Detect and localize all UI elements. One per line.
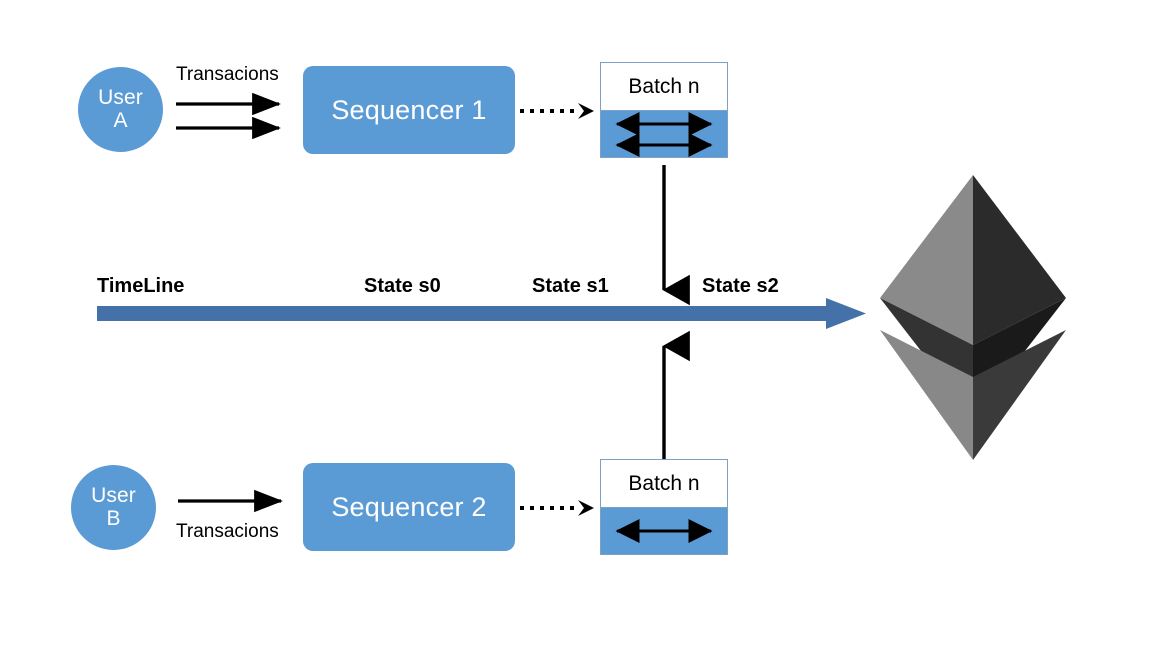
- diagram-canvas: User A Transacions Sequencer 1 Batch n T…: [0, 0, 1162, 650]
- sequencer-2-to-batch-dotted-arrow: [520, 500, 594, 516]
- transactions-label-bottom: Transacions: [176, 521, 279, 542]
- batch-top-tx-arrow-1: [615, 111, 713, 136]
- batch-bottom-label: Batch n: [601, 460, 727, 507]
- sequencer-1-node[interactable]: Sequencer 1: [303, 66, 515, 154]
- batch-bottom-content: [601, 507, 727, 554]
- user-b-node[interactable]: User B: [71, 465, 156, 550]
- batch-bottom-to-timeline-arrow: [662, 330, 690, 462]
- batch-top-label: Batch n: [601, 63, 727, 110]
- ethereum-logo-icon: [880, 175, 1066, 460]
- timeline-bar: [97, 306, 836, 321]
- batch-top-node[interactable]: Batch n: [600, 62, 728, 158]
- batch-top-tx-arrow-2: [615, 132, 713, 157]
- batch-top-to-timeline-arrow: [662, 165, 690, 306]
- state-s0-label: State s0: [364, 275, 441, 297]
- user-b-label-line1: User: [91, 483, 136, 507]
- sequencer-2-node[interactable]: Sequencer 2: [303, 463, 515, 551]
- sequencer-1-to-batch-dotted-arrow: [520, 103, 594, 119]
- user-b-label-line2: B: [106, 506, 121, 530]
- user-a-label-line2: A: [113, 108, 128, 132]
- state-s1-label: State s1: [532, 275, 609, 297]
- timeline-arrowhead: [826, 298, 866, 329]
- batch-top-content: [601, 110, 727, 157]
- user-a-node[interactable]: User A: [78, 67, 163, 152]
- user-a-label-line1: User: [98, 85, 143, 109]
- sequencer-2-label: Sequencer 2: [331, 491, 487, 522]
- batch-bottom-tx-arrow-1: [615, 519, 713, 543]
- timeline-label: TimeLine: [97, 275, 185, 297]
- batch-bottom-node[interactable]: Batch n: [600, 459, 728, 555]
- state-s2-label: State s2: [702, 275, 779, 297]
- transactions-label-top: Transacions: [176, 64, 279, 85]
- user-a-to-sequencer-arrows: [176, 92, 281, 140]
- sequencer-1-label: Sequencer 1: [331, 94, 487, 125]
- user-b-to-sequencer-arrow: [178, 489, 283, 513]
